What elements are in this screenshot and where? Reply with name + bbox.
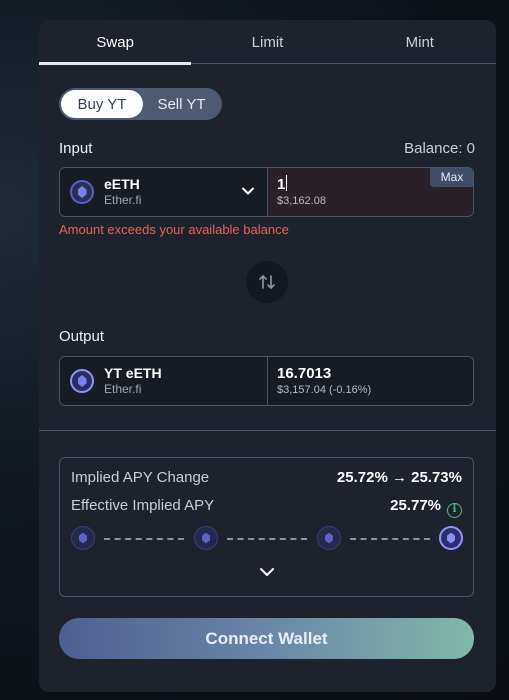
route-steps: [71, 526, 464, 552]
input-amount-usd: $3,162.08: [277, 195, 326, 207]
yt-eeth-token-icon: [70, 369, 94, 393]
route-connector: [104, 538, 184, 540]
output-token-source: Ether.fi: [104, 382, 142, 396]
tab-bar: Swap Limit Mint: [39, 20, 496, 65]
balance-error-message: Amount exceeds your available balance: [59, 222, 289, 237]
sell-yt-button[interactable]: Sell YT: [143, 90, 220, 118]
route-step-icon: [317, 526, 341, 550]
info-icon[interactable]: i: [447, 503, 462, 518]
input-token-name: eETH: [104, 176, 140, 192]
chevron-down-icon[interactable]: [241, 184, 255, 198]
section-divider: [39, 430, 496, 431]
output-label: Output: [59, 328, 105, 345]
text-caret: [286, 175, 288, 191]
route-connector: [227, 538, 307, 540]
route-step-icon-active: [439, 526, 463, 550]
effective-apy-value: 25.77%: [390, 497, 441, 514]
effective-apy-value-wrap: 25.77% i: [390, 497, 462, 518]
details-panel: Implied APY Change 25.72% → 25.73% Effec…: [59, 457, 474, 597]
connect-wallet-button[interactable]: Connect Wallet: [59, 618, 474, 659]
route-connector: [350, 538, 430, 540]
output-amount-field: 16.7013 $3,157.04 (-0.16%): [268, 357, 473, 405]
balance-text: Balance: 0: [404, 140, 475, 157]
route-step-icon: [194, 526, 218, 550]
max-button[interactable]: Max: [430, 168, 473, 187]
output-amount-usd: $3,157.04 (-0.16%): [277, 383, 372, 396]
output-token-selector[interactable]: YT eETH Ether.fi: [60, 357, 268, 405]
input-amount-value[interactable]: 1: [277, 176, 285, 193]
swap-direction-button[interactable]: [246, 261, 288, 303]
route-step-icon: [71, 526, 95, 550]
buy-sell-toggle: Buy YT Sell YT: [59, 88, 222, 120]
effective-apy-row: Effective Implied APY 25.77% i: [71, 497, 462, 518]
input-token-source: Ether.fi: [104, 193, 142, 207]
tab-swap[interactable]: Swap: [39, 20, 192, 65]
input-field: eETH Ether.fi 1 $3,162.08 Max: [59, 167, 474, 217]
implied-apy-change-value: 25.72% → 25.73%: [336, 469, 462, 486]
chevron-down-icon[interactable]: [258, 565, 276, 579]
ether-fi-token-icon: [70, 180, 94, 204]
swap-arrows-icon: [259, 275, 275, 289]
swap-card: Swap Limit Mint Buy YT Sell YT Input Bal…: [39, 20, 496, 692]
buy-yt-button[interactable]: Buy YT: [61, 90, 143, 118]
tab-mint[interactable]: Mint: [344, 20, 496, 64]
input-token-selector[interactable]: eETH Ether.fi: [60, 168, 268, 216]
input-amount-field[interactable]: 1 $3,162.08 Max: [268, 168, 473, 216]
implied-apy-change-row: Implied APY Change 25.72% → 25.73%: [71, 469, 462, 486]
input-label: Input: [59, 140, 93, 157]
effective-apy-label: Effective Implied APY: [71, 497, 215, 514]
tab-limit[interactable]: Limit: [191, 20, 343, 64]
output-token-name: YT eETH: [104, 365, 162, 381]
output-field: YT eETH Ether.fi 16.7013 $3,157.04 (-0.1…: [59, 356, 474, 406]
output-amount-value: 16.7013: [277, 364, 332, 382]
implied-apy-change-label: Implied APY Change: [71, 469, 210, 486]
